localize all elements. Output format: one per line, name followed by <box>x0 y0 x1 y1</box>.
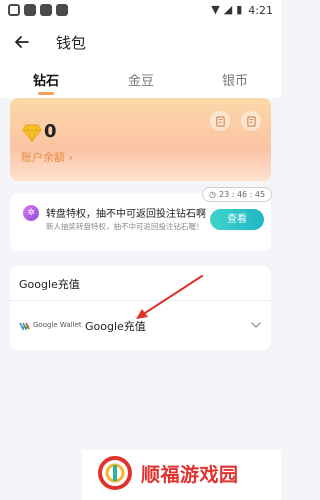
app-notification-icon <box>8 4 20 16</box>
google-wallet-label: Google Wallet <box>33 321 82 329</box>
currency-tabs: 钻石 金豆 银币 <box>0 62 281 98</box>
clock-icon: ◷ <box>209 190 216 199</box>
promo-subtitle: 新人抽奖转盘特权，抽不中可返回投注钻石喔！ <box>46 222 204 231</box>
app-notification-icon <box>56 4 68 16</box>
tab-diamonds[interactable]: 钻石 <box>33 70 59 89</box>
wheel-icon: ✲ <box>23 205 39 221</box>
app-notification-icon <box>24 4 36 16</box>
chevron-down-icon[interactable] <box>250 320 262 330</box>
status-time: 4:21 <box>248 3 273 17</box>
watermark-logo-icon <box>98 456 132 490</box>
receipt-icon <box>246 115 256 127</box>
notification-icons <box>8 4 68 16</box>
annotation-arrow <box>136 275 203 319</box>
google-recharge-header: Google充值 <box>19 278 80 291</box>
balance-amount: 0 <box>44 121 57 142</box>
arrow-left-icon[interactable] <box>12 32 32 52</box>
promo-title: 转盘特权，抽不中可返回投注钻石啊 <box>46 209 206 220</box>
account-balance-link[interactable]: 账户余额 › <box>21 149 73 165</box>
signal-icon: ◢ <box>223 3 233 16</box>
countdown-timer: ◷ 23 : 46 : 45 <box>202 187 273 202</box>
countdown-value: 23 : 46 : 45 <box>218 190 266 199</box>
app-bar: 钱包 <box>0 22 281 62</box>
google-wallet-icon <box>19 322 30 331</box>
watermark-text: 顺福游戏园 <box>141 464 239 486</box>
wifi-icon: ▼ <box>211 3 220 16</box>
tab-gold-beans[interactable]: 金豆 <box>128 70 154 89</box>
battery-icon: ▮ <box>236 3 243 16</box>
status-bar: ▼ ◢ ▮ 4:21 <box>0 0 281 22</box>
consumption-records-button[interactable] <box>241 111 261 131</box>
tab-silver-coins[interactable]: 银币 <box>222 70 248 89</box>
receipt-icon <box>215 115 225 127</box>
active-tab-indicator <box>38 92 54 95</box>
view-button[interactable]: 查看 <box>210 209 264 230</box>
page-title: 钱包 <box>56 34 87 52</box>
recharge-records-button[interactable] <box>210 111 230 131</box>
app-notification-icon <box>40 4 52 16</box>
diamond-icon <box>22 124 42 142</box>
